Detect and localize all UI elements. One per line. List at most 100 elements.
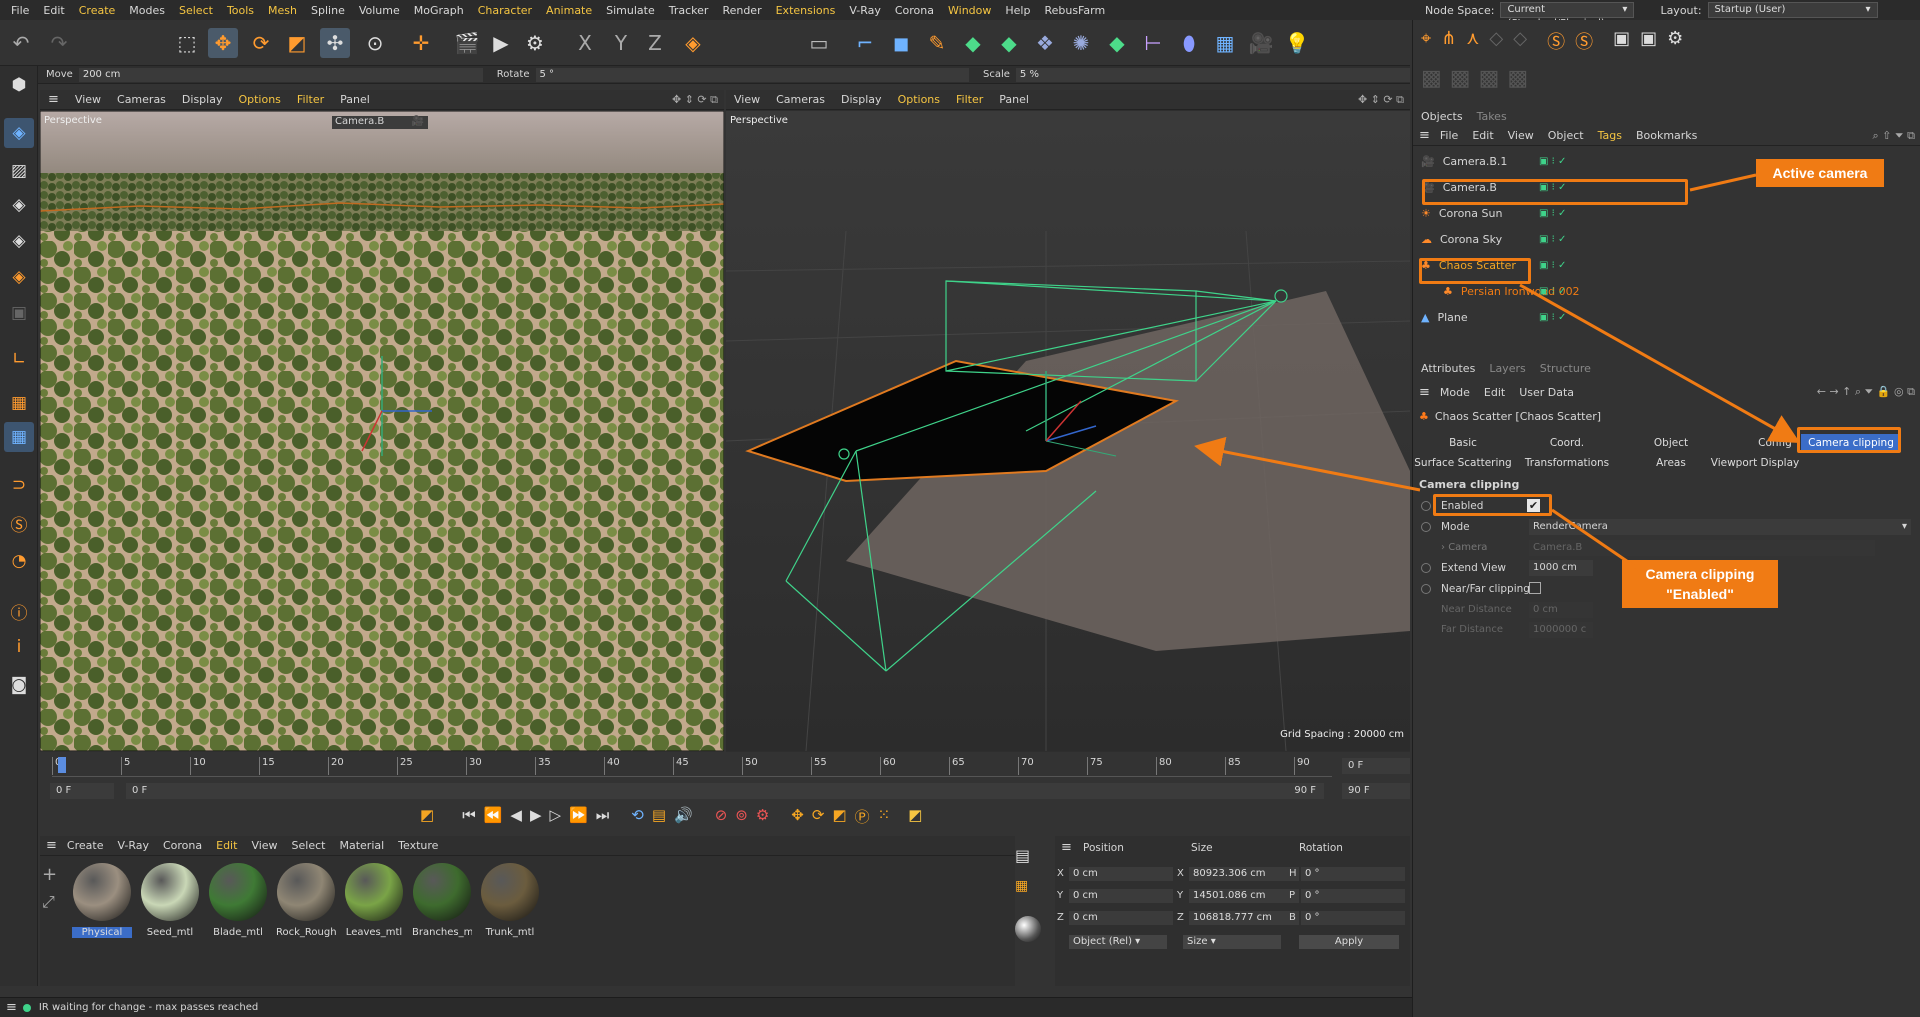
move-tool-icon[interactable]: ✥ xyxy=(208,28,238,58)
tab-structure[interactable]: Structure xyxy=(1540,362,1591,375)
axis-mode-icon[interactable]: ∟ xyxy=(4,344,34,374)
x-axis-lock-icon[interactable]: X xyxy=(570,28,600,58)
coordinate-system-icon[interactable]: ◈ xyxy=(678,28,708,58)
attr-hamburger-icon[interactable]: ≡ xyxy=(1419,385,1430,400)
end-frame-field[interactable]: 90 F xyxy=(1342,783,1410,799)
vp-menu-view[interactable]: View xyxy=(75,93,101,106)
axis-icon[interactable]: ✛ xyxy=(406,28,436,58)
extend-anim-dot[interactable] xyxy=(1421,563,1431,573)
spline-pen-icon[interactable]: ⌐ xyxy=(850,28,880,58)
tab-attributes[interactable]: Attributes xyxy=(1421,362,1475,375)
menu-tools[interactable]: Tools xyxy=(220,4,261,17)
obj-menu-edit[interactable]: Edit xyxy=(1472,129,1493,142)
attr-toolbar-icons[interactable]: ← → ↑ ⌕ ⏷ 🔒 ◎ ⧉ xyxy=(1817,385,1915,399)
vp-menu-filter[interactable]: Filter xyxy=(297,93,324,106)
timeline[interactable]: 051015202530354045505560657075808590 0 F… xyxy=(40,755,1410,810)
active-camera-field[interactable]: Camera.B 🎥 xyxy=(332,116,428,129)
model-mode-icon[interactable]: ⬢ xyxy=(4,70,34,100)
pos-z-field[interactable]: 0 cm xyxy=(1069,911,1173,925)
attr-tab-transformations[interactable]: Transformations xyxy=(1517,454,1617,472)
menu-modes[interactable]: Modes xyxy=(122,4,172,17)
menu-volume[interactable]: Volume xyxy=(352,4,407,17)
nearfar-anim-dot[interactable] xyxy=(1421,584,1431,594)
points-mode-icon[interactable]: ◈ xyxy=(4,190,34,220)
size-x-field[interactable]: 80923.306 cm xyxy=(1189,867,1299,881)
enabled-anim-dot[interactable] xyxy=(1421,501,1431,511)
visibility-check-icon[interactable]: ▣ ⁝ ✓ xyxy=(1539,312,1566,323)
coord-hamburger-icon[interactable]: ≡ xyxy=(1061,840,1072,855)
sphere-icon[interactable] xyxy=(1015,916,1041,942)
tab-takes[interactable]: Takes xyxy=(1477,110,1507,123)
camera-link-field[interactable]: Camera.B xyxy=(1529,540,1875,556)
grid-icon[interactable]: ▦ xyxy=(1015,878,1028,894)
scatter-paint-icon[interactable]: ⌖ xyxy=(1421,28,1431,54)
vp2-menu-display[interactable]: Display xyxy=(841,93,882,106)
sound-icon[interactable]: 🔊 xyxy=(674,806,693,828)
scatter-s-icon[interactable]: Ⓢ xyxy=(4,508,34,538)
z-axis-lock-icon[interactable]: Z xyxy=(640,28,670,58)
timeline-ruler[interactable]: 051015202530354045505560657075808590 xyxy=(52,757,1332,777)
vp-menu-panel[interactable]: Panel xyxy=(340,93,370,106)
visibility-check-icon[interactable]: ▣ ⁝ ✓ xyxy=(1539,234,1566,245)
menu-select[interactable]: Select xyxy=(172,4,220,17)
near-distance-field[interactable]: 0 cm xyxy=(1529,602,1593,618)
vp-menu-options[interactable]: Options xyxy=(238,93,280,106)
texture-mode-icon[interactable]: ▨ xyxy=(4,156,34,186)
menu-extensions[interactable]: Extensions xyxy=(769,4,843,17)
redo-icon[interactable]: ↷ xyxy=(44,28,74,58)
scatter-disabled2-icon[interactable]: ◇ xyxy=(1513,28,1527,54)
object-row[interactable]: 🎥 Camera.B.1 ▣ ⁝ ✓ xyxy=(1421,148,1721,174)
menu-rebusfarm[interactable]: RebusFarm xyxy=(1037,4,1112,17)
undo-icon[interactable]: ↶ xyxy=(6,28,36,58)
play-icon[interactable]: ▶ xyxy=(530,806,542,828)
next-key-icon[interactable]: ⏩ xyxy=(569,806,588,828)
doc-icon[interactable]: ▤ xyxy=(1015,846,1030,865)
tab-objects[interactable]: Objects xyxy=(1421,110,1463,123)
size-y-field[interactable]: 14501.086 cm xyxy=(1189,889,1299,903)
grid-d-icon[interactable]: ▩ xyxy=(1507,66,1528,91)
bitmap-icon[interactable]: ▣ xyxy=(1613,28,1630,54)
edges-mode-icon[interactable]: ◈ xyxy=(4,226,34,256)
node-space-dropdown[interactable]: Current (Standard/Physical)▾ xyxy=(1500,2,1635,29)
tab-layers[interactable]: Layers xyxy=(1489,362,1525,375)
y-axis-lock-icon[interactable]: Y xyxy=(606,28,636,58)
vp2-menu-options[interactable]: Options xyxy=(898,93,940,106)
material-swatch[interactable]: Branches_m xyxy=(412,863,472,938)
render-settings-icon[interactable]: ⚙ xyxy=(520,28,550,58)
scatter-hierarchy-icon[interactable]: ⋔ xyxy=(1441,28,1456,54)
rot-key-icon[interactable]: ⟳ xyxy=(812,806,825,828)
rotate-step-input[interactable]: 5 ° xyxy=(535,67,969,82)
motion-icon[interactable]: ◩ xyxy=(908,806,922,828)
menu-help[interactable]: Help xyxy=(998,4,1037,17)
menu-spline[interactable]: Spline xyxy=(304,4,352,17)
obj-menu-bookmarks[interactable]: Bookmarks xyxy=(1636,129,1697,142)
mode-dropdown[interactable]: RenderCamera ▾ xyxy=(1529,519,1911,535)
attr-tab-object[interactable]: Object xyxy=(1621,434,1721,452)
hamburger-icon[interactable]: ≡ xyxy=(48,92,59,107)
range-slider[interactable]: 0 F 90 F xyxy=(126,783,1324,799)
obj-hamburger-icon[interactable]: ≡ xyxy=(1419,128,1430,143)
subdivision-icon[interactable]: ◆ xyxy=(958,28,988,58)
polygons-mode-icon[interactable]: ◈ xyxy=(4,262,34,292)
move-step-input[interactable]: 200 cm xyxy=(78,67,483,82)
info-icon[interactable]: ⓘ xyxy=(4,596,34,626)
visibility-check-icon[interactable]: ▣ ⁝ ✓ xyxy=(1539,286,1566,297)
viewport-nav-icons[interactable]: ✥ ⇕ ⟳ ⧉ xyxy=(672,93,718,107)
obj-menu-tags[interactable]: Tags xyxy=(1598,129,1622,142)
menu-create[interactable]: Create xyxy=(72,4,123,17)
select-tool-icon[interactable]: ⬚ xyxy=(172,28,202,58)
menu-window[interactable]: Window xyxy=(941,4,998,17)
scale-step-input[interactable]: 5 % xyxy=(1015,67,1410,82)
material-swatch[interactable]: Blade_mtl xyxy=(208,863,268,938)
menu-mesh[interactable]: Mesh xyxy=(261,4,304,17)
menu-vray[interactable]: V-Ray xyxy=(842,4,888,17)
right-viewport[interactable]: View Cameras Display Options Filter Pane… xyxy=(726,90,1410,752)
material-swatch[interactable]: Seed_mtl xyxy=(140,863,200,938)
menu-simulate[interactable]: Simulate xyxy=(599,4,662,17)
grid-a-icon[interactable]: ▩ xyxy=(1421,66,1442,91)
workplane-icon[interactable]: ▦ xyxy=(4,388,34,418)
cube-icon[interactable]: ◼ xyxy=(886,28,916,58)
mat-menu-edit[interactable]: Edit xyxy=(216,839,237,852)
menu-character[interactable]: Character xyxy=(471,4,539,17)
mat-menu-corona[interactable]: Corona xyxy=(163,839,202,852)
